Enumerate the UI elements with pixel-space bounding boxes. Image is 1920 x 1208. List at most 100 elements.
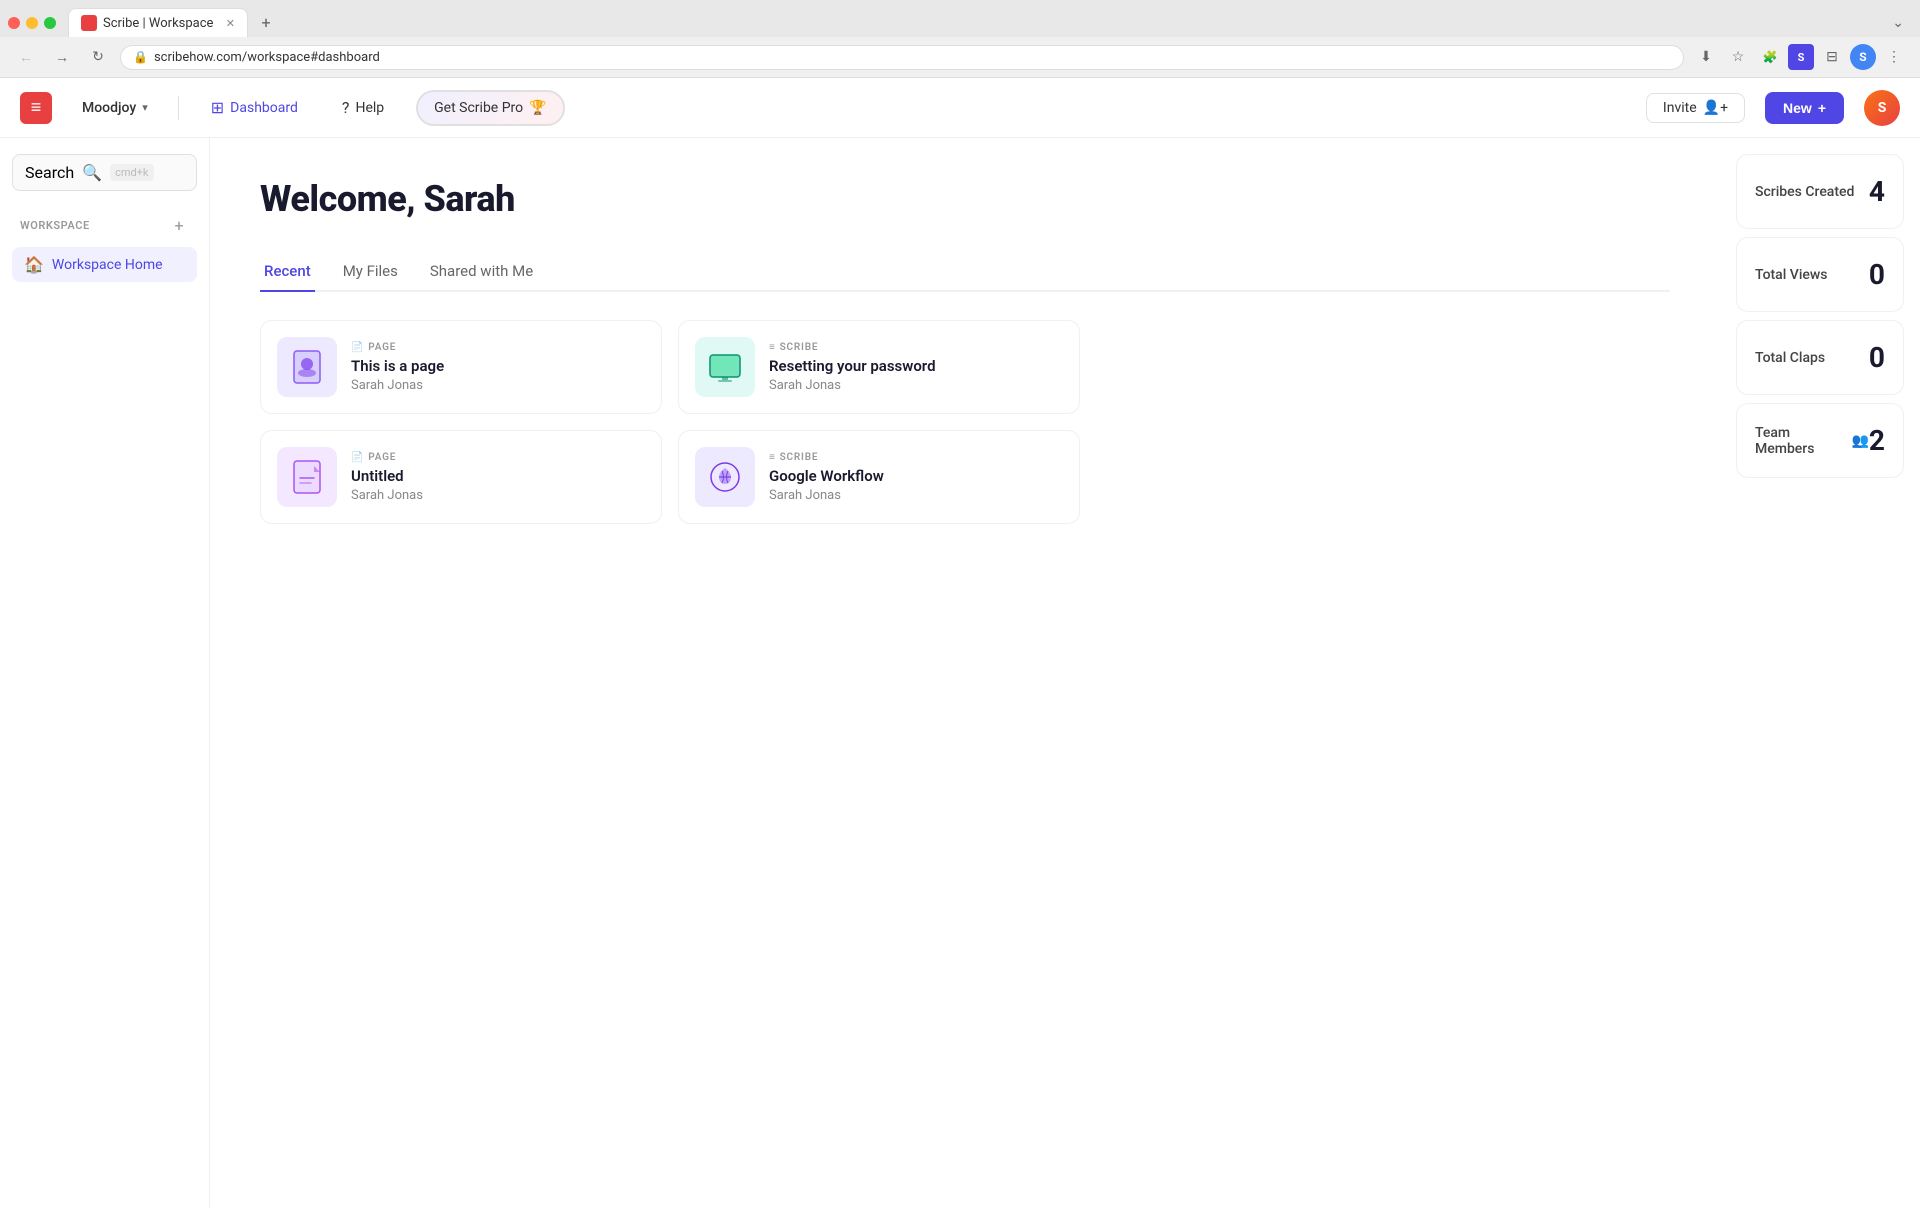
sidebar-add-btn[interactable]: + [169,215,189,235]
get-scribe-pro-btn[interactable]: Get Scribe Pro 🏆 [416,90,564,126]
page-thumb-svg-3 [286,456,328,498]
nav-help-label: Help [355,100,384,116]
team-members-label-group: Team Members 👥 [1755,425,1869,457]
stats-panel: Scribes Created 4 Total Views 0 Total Cl… [1720,138,1920,1208]
browser-actions: ⬇ ☆ 🧩 S ⊟ S ⋮ [1692,43,1908,71]
file-name-1: This is a page [351,357,645,375]
file-meta-1: 📄 PAGE This is a page Sarah Jonas [351,342,645,393]
file-name-3: Untitled [351,467,645,485]
file-thumbnail-4 [695,447,755,507]
invite-btn[interactable]: Invite 👤+ [1646,93,1745,123]
stat-card-total-views: Total Views 0 [1736,237,1904,312]
file-card-1[interactable]: 📄 PAGE This is a page Sarah Jonas [260,320,662,414]
dashboard-icon: ⊞ [211,98,224,117]
stat-label-total-views: Total Views [1755,267,1827,283]
trophy-icon: 🏆 [529,100,546,116]
maximize-window-btn[interactable] [44,17,56,29]
app-header: ≡ Moodjoy ▾ ⊞ Dashboard ? Help Get Scrib… [0,78,1920,138]
file-type-label-1: 📄 PAGE [351,342,645,353]
new-tab-btn[interactable]: + [252,9,280,37]
browser-tab-active[interactable]: Scribe | Workspace ✕ [68,8,248,37]
workspace-selector[interactable]: Moodjoy ▾ [72,96,158,120]
file-author-4: Sarah Jonas [769,488,1063,503]
file-type-icon-3: 📄 [351,452,364,463]
download-icon[interactable]: ⬇ [1692,43,1720,71]
forward-btn[interactable]: → [48,43,76,71]
app: ≡ Moodjoy ▾ ⊞ Dashboard ? Help Get Scrib… [0,78,1920,1208]
help-icon: ? [342,98,350,117]
search-box[interactable]: Search 🔍 cmd+k [12,154,197,191]
stat-label-scribes-created: Scribes Created [1755,184,1854,200]
file-type-icon-1: 📄 [351,342,364,353]
refresh-btn[interactable]: ↻ [84,43,112,71]
stat-label-total-claps: Total Claps [1755,350,1825,366]
stat-value-total-views: 0 [1869,258,1885,291]
tab-close-btn[interactable]: ✕ [226,17,235,30]
workspace-home-label: Workspace Home [52,257,163,273]
file-type-label-3: 📄 PAGE [351,452,645,463]
tab-my-files[interactable]: My Files [339,252,402,292]
url-text: scribehow.com/workspace#dashboard [154,50,1671,65]
file-card-3[interactable]: 📄 PAGE Untitled Sarah Jonas [260,430,662,524]
welcome-title: Welcome, Sarah [260,178,1670,220]
file-meta-4: ≡ SCRIBE Google Workflow Sarah Jonas [769,452,1063,503]
minimize-window-btn[interactable] [26,17,38,29]
workspace-section-title: WORKSPACE [20,219,90,232]
file-author-3: Sarah Jonas [351,488,645,503]
stat-value-team-members: 2 [1869,424,1885,457]
tab-title: Scribe | Workspace [103,16,213,31]
nav-dashboard-label: Dashboard [230,100,298,116]
new-btn[interactable]: New + [1765,92,1844,124]
content-tabs: Recent My Files Shared with Me [260,252,1670,292]
stat-label-team-members: Team Members [1755,425,1847,457]
chrome-profile-btn[interactable]: S [1850,44,1876,70]
file-card-4[interactable]: ≡ SCRIBE Google Workflow Sarah Jonas [678,430,1080,524]
file-name-2: Resetting your password [769,357,1063,375]
file-type-label-2: ≡ SCRIBE [769,342,1063,353]
url-bar[interactable]: 🔒 scribehow.com/workspace#dashboard [120,45,1684,70]
user-avatar[interactable]: S [1864,90,1900,126]
bookmark-icon[interactable]: ☆ [1724,43,1752,71]
sidebar-item-workspace-home[interactable]: 🏠 Workspace Home [12,247,197,282]
scribe-thumb-svg-4 [704,456,746,498]
scribe-thumb-svg-2 [704,346,746,388]
back-btn[interactable]: ← [12,43,40,71]
file-name-4: Google Workflow [769,467,1063,485]
file-thumbnail-2 [695,337,755,397]
search-shortcut: cmd+k [110,164,153,181]
tab-shared-with-me[interactable]: Shared with Me [426,252,537,292]
window-controls [8,17,56,29]
search-text: Search [25,163,74,182]
extension-icon[interactable]: 🧩 [1756,43,1784,71]
file-author-1: Sarah Jonas [351,378,645,393]
menu-btn[interactable]: ⋮ [1880,43,1908,71]
tab-recent[interactable]: Recent [260,252,315,292]
nav-help[interactable]: ? Help [330,92,396,123]
sidebar-icon[interactable]: ⊟ [1818,43,1846,71]
stat-card-team-members: Team Members 👥 2 [1736,403,1904,478]
invite-label: Invite [1663,100,1697,116]
tab-expand-btn[interactable]: ⌄ [1892,15,1912,31]
file-type-icon-4: ≡ [769,452,776,463]
files-grid: 📄 PAGE This is a page Sarah Jonas [260,320,1080,524]
tab-bar: Scribe | Workspace ✕ + ⌄ [0,0,1920,37]
main-content: Welcome, Sarah Recent My Files Shared wi… [210,138,1720,1208]
lock-icon: 🔒 [133,50,148,64]
workspace-name: Moodjoy [82,100,136,116]
sidebar: Search 🔍 cmd+k WORKSPACE + 🏠 Workspace H… [0,138,210,1208]
address-bar: ← → ↻ 🔒 scribehow.com/workspace#dashboar… [0,37,1920,77]
scribehow-extension-icon[interactable]: S [1788,44,1814,70]
nav-dashboard[interactable]: ⊞ Dashboard [199,92,310,123]
team-members-icon: 👥 [1851,433,1868,449]
file-thumbnail-3 [277,447,337,507]
app-logo[interactable]: ≡ [20,92,52,124]
plus-icon: + [1818,100,1826,116]
file-thumbnail-1 [277,337,337,397]
file-card-2[interactable]: ≡ SCRIBE Resetting your password Sarah J… [678,320,1080,414]
tab-favicon [81,15,97,31]
close-window-btn[interactable] [8,17,20,29]
main-layout: Search 🔍 cmd+k WORKSPACE + 🏠 Workspace H… [0,138,1920,1208]
stat-value-scribes-created: 4 [1869,175,1885,208]
sidebar-section-header: WORKSPACE + [12,211,197,239]
new-label: New [1783,100,1812,116]
